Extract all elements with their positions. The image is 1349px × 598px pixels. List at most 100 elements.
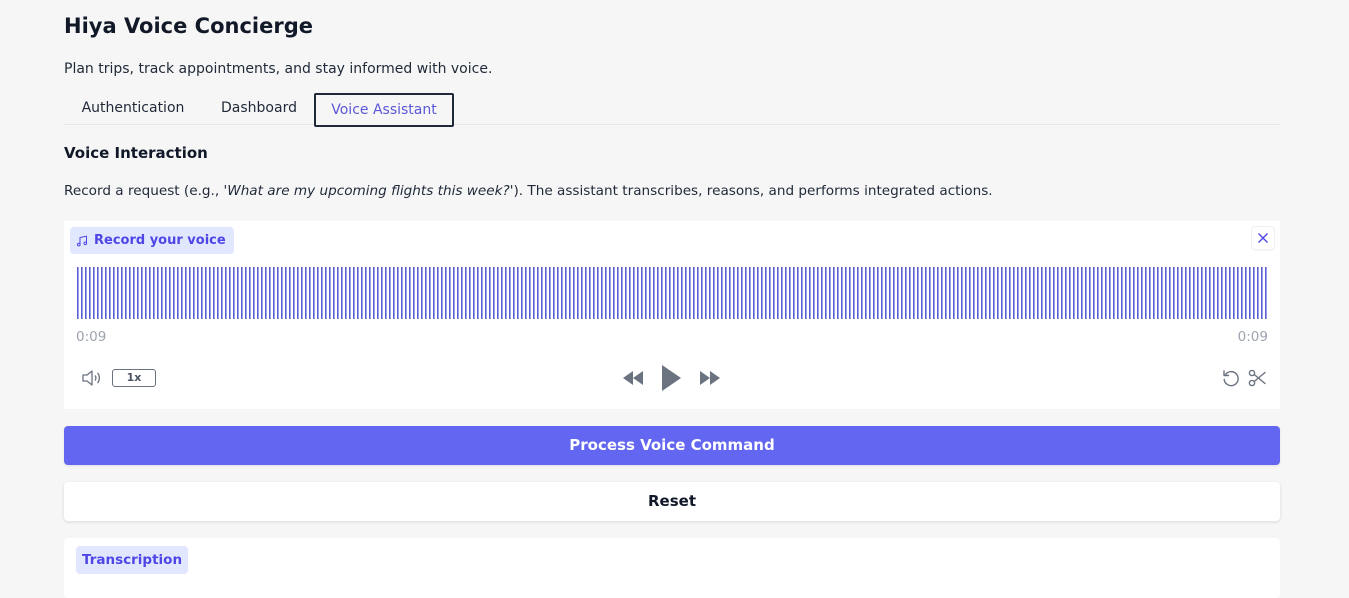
waveform-bar: [825, 267, 827, 319]
waveform-bar: [397, 267, 399, 319]
volume-icon[interactable]: [80, 368, 104, 388]
waveform-bar: [421, 267, 423, 319]
waveform-bar: [577, 267, 579, 319]
waveform-bar: [805, 267, 807, 319]
reset-button[interactable]: Reset: [64, 482, 1280, 521]
waveform-bar: [745, 267, 747, 319]
waveform-bar: [665, 267, 667, 319]
waveform-bar: [585, 267, 587, 319]
process-voice-command-button[interactable]: Process Voice Command: [64, 426, 1280, 465]
waveform-bar: [897, 267, 899, 319]
waveform-bar: [453, 267, 455, 319]
waveform-bar: [341, 267, 343, 319]
waveform-bar: [801, 267, 803, 319]
waveform-bar: [265, 267, 267, 319]
waveform-bar: [961, 267, 963, 319]
waveform-bar: [1085, 267, 1087, 319]
waveform-bar: [173, 267, 175, 319]
waveform-bar: [1217, 267, 1219, 319]
waveform-bar: [125, 267, 127, 319]
waveform-bar: [589, 267, 591, 319]
waveform-bar: [361, 267, 363, 319]
waveform-bar: [609, 267, 611, 319]
waveform-bar: [1077, 267, 1079, 319]
waveform-bar: [425, 267, 427, 319]
undo-icon[interactable]: [1221, 368, 1241, 388]
waveform-bar: [393, 267, 395, 319]
waveform-bar: [1169, 267, 1171, 319]
scissors-icon[interactable]: [1247, 368, 1267, 388]
tab-bar: Authentication Dashboard Voice Assistant: [64, 92, 1280, 127]
tab-voice-assistant[interactable]: Voice Assistant: [314, 93, 454, 127]
waveform-bar: [1233, 267, 1235, 319]
waveform-bar: [1001, 267, 1003, 319]
waveform-bar: [465, 267, 467, 319]
waveform-bar: [313, 267, 315, 319]
app-title: Hiya Voice Concierge: [64, 14, 313, 38]
waveform-bar: [1073, 267, 1075, 319]
waveform-bar: [1181, 267, 1183, 319]
rewind-icon[interactable]: [621, 369, 645, 387]
play-icon[interactable]: [659, 363, 683, 393]
waveform-bar: [1005, 267, 1007, 319]
waveform-bar: [973, 267, 975, 319]
waveform-bar: [905, 267, 907, 319]
waveform[interactable]: [76, 267, 1268, 319]
waveform-bar: [621, 267, 623, 319]
waveform-bar: [993, 267, 995, 319]
waveform-bar: [329, 267, 331, 319]
waveform-bar: [1061, 267, 1063, 319]
waveform-bar: [1129, 267, 1131, 319]
waveform-bar: [221, 267, 223, 319]
waveform-bar: [357, 267, 359, 319]
waveform-bar: [717, 267, 719, 319]
waveform-bar: [781, 267, 783, 319]
waveform-bar: [505, 267, 507, 319]
waveform-bar: [569, 267, 571, 319]
waveform-bar: [141, 267, 143, 319]
waveform-bar: [145, 267, 147, 319]
waveform-bar: [937, 267, 939, 319]
section-desc-suffix: ). The assistant transcribes, reasons, a…: [513, 183, 993, 199]
waveform-bar: [869, 267, 871, 319]
waveform-bar: [321, 267, 323, 319]
waveform-bar: [245, 267, 247, 319]
waveform-bar: [249, 267, 251, 319]
waveform-bar: [369, 267, 371, 319]
waveform-bar: [433, 267, 435, 319]
waveform-bar: [1041, 267, 1043, 319]
waveform-bar: [1213, 267, 1215, 319]
waveform-bar: [861, 267, 863, 319]
waveform-bar: [661, 267, 663, 319]
waveform-bar: [209, 267, 211, 319]
waveform-bar: [929, 267, 931, 319]
waveform-bar: [533, 267, 535, 319]
waveform-bar: [1081, 267, 1083, 319]
waveform-bar: [981, 267, 983, 319]
waveform-bar: [1133, 267, 1135, 319]
waveform-bar: [1201, 267, 1203, 319]
section-desc-prefix: Record a request (e.g.,: [64, 183, 224, 199]
waveform-bar: [237, 267, 239, 319]
waveform-bar: [485, 267, 487, 319]
waveform-bar: [77, 267, 79, 319]
playback-speed-button[interactable]: 1x: [112, 369, 156, 387]
tab-dashboard[interactable]: Dashboard: [210, 92, 308, 124]
waveform-bar: [1173, 267, 1175, 319]
waveform-bar: [473, 267, 475, 319]
waveform-bar: [217, 267, 219, 319]
tab-authentication[interactable]: Authentication: [72, 92, 194, 124]
waveform-bar: [1089, 267, 1091, 319]
waveform-bar: [509, 267, 511, 319]
waveform-bar: [437, 267, 439, 319]
waveform-bar: [877, 267, 879, 319]
waveform-bar: [761, 267, 763, 319]
waveform-bar: [301, 267, 303, 319]
waveform-bar: [749, 267, 751, 319]
waveform-bar: [1121, 267, 1123, 319]
close-button[interactable]: [1252, 227, 1274, 249]
fast-forward-icon[interactable]: [698, 369, 722, 387]
waveform-bar: [965, 267, 967, 319]
waveform-bar: [225, 267, 227, 319]
waveform-bar: [769, 267, 771, 319]
